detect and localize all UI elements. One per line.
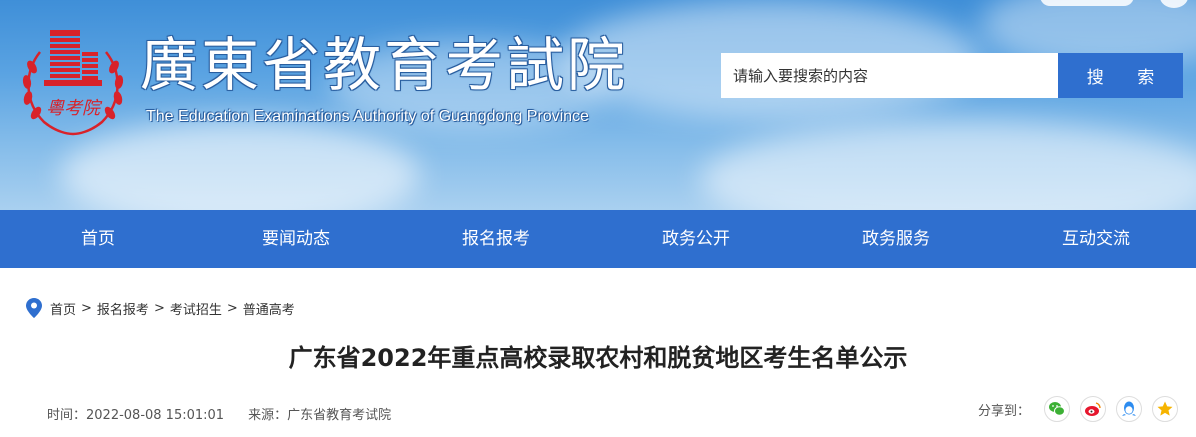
breadcrumb-home[interactable]: 首页: [50, 299, 76, 318]
qq-icon: [1122, 401, 1137, 416]
search-button[interactable]: 搜 索: [1058, 53, 1183, 98]
wechat-icon: [1049, 402, 1066, 416]
nav-item-interaction[interactable]: 互动交流: [996, 210, 1196, 268]
breadcrumb-registration[interactable]: 报名报考: [97, 299, 149, 318]
breadcrumb-separator: >: [226, 300, 238, 316]
article-title: 广东省2022年重点高校录取农村和脱贫地区考生名单公示: [288, 344, 908, 372]
share-label: 分享到：: [978, 403, 1031, 419]
breadcrumb-gaokao[interactable]: 普通高考: [243, 299, 295, 318]
share-wechat-button[interactable]: [1044, 396, 1071, 422]
site-title[interactable]: 廣東省教育考試院: [140, 30, 628, 100]
logo-emblem[interactable]: 粵考院: [18, 22, 128, 140]
weibo-icon: [1085, 402, 1101, 416]
nav-item-news[interactable]: 要闻动态: [196, 210, 396, 268]
breadcrumb-exam-admission[interactable]: 考试招生: [170, 299, 222, 318]
location-pin-icon: [26, 298, 42, 318]
site-header: 粵考院 廣東省教育考試院 The Education Examinations …: [0, 0, 1196, 210]
share-qq-button[interactable]: [1116, 396, 1143, 422]
breadcrumb-separator: >: [153, 300, 165, 316]
nav-item-government-affairs[interactable]: 政务公开: [596, 210, 796, 268]
top-links-pill[interactable]: [1040, 0, 1134, 6]
search-input[interactable]: [721, 53, 1058, 98]
qzone-icon: [1157, 401, 1173, 416]
nav-item-services[interactable]: 政务服务: [796, 210, 996, 268]
logo-text: 粵考院: [46, 98, 103, 119]
cloud-decoration: [700, 120, 1196, 210]
nav-item-home[interactable]: 首页: [0, 210, 196, 268]
share-qzone-button[interactable]: [1152, 396, 1179, 422]
share-weibo-button[interactable]: [1080, 396, 1107, 422]
article-source: 来源：广东省教育考试院: [248, 408, 392, 423]
share-bar: 分享到：: [978, 396, 1188, 422]
site-subtitle: The Education Examinations Authority of …: [146, 108, 589, 125]
breadcrumb-separator: >: [81, 300, 92, 316]
main-nav: 首页 要闻动态 报名报考 政务公开 政务服务 互动交流: [0, 210, 1196, 268]
nav-item-registration[interactable]: 报名报考: [396, 210, 596, 268]
publish-time: 时间：2022-08-08 15:01:01: [47, 408, 225, 423]
search-box: 搜 索: [721, 53, 1183, 98]
breadcrumb: 首页 > 报名报考 > 考试招生 > 普通高考: [26, 298, 295, 318]
article-meta: 时间：2022-08-08 15:01:01 来源：广东省教育考试院: [47, 404, 391, 423]
